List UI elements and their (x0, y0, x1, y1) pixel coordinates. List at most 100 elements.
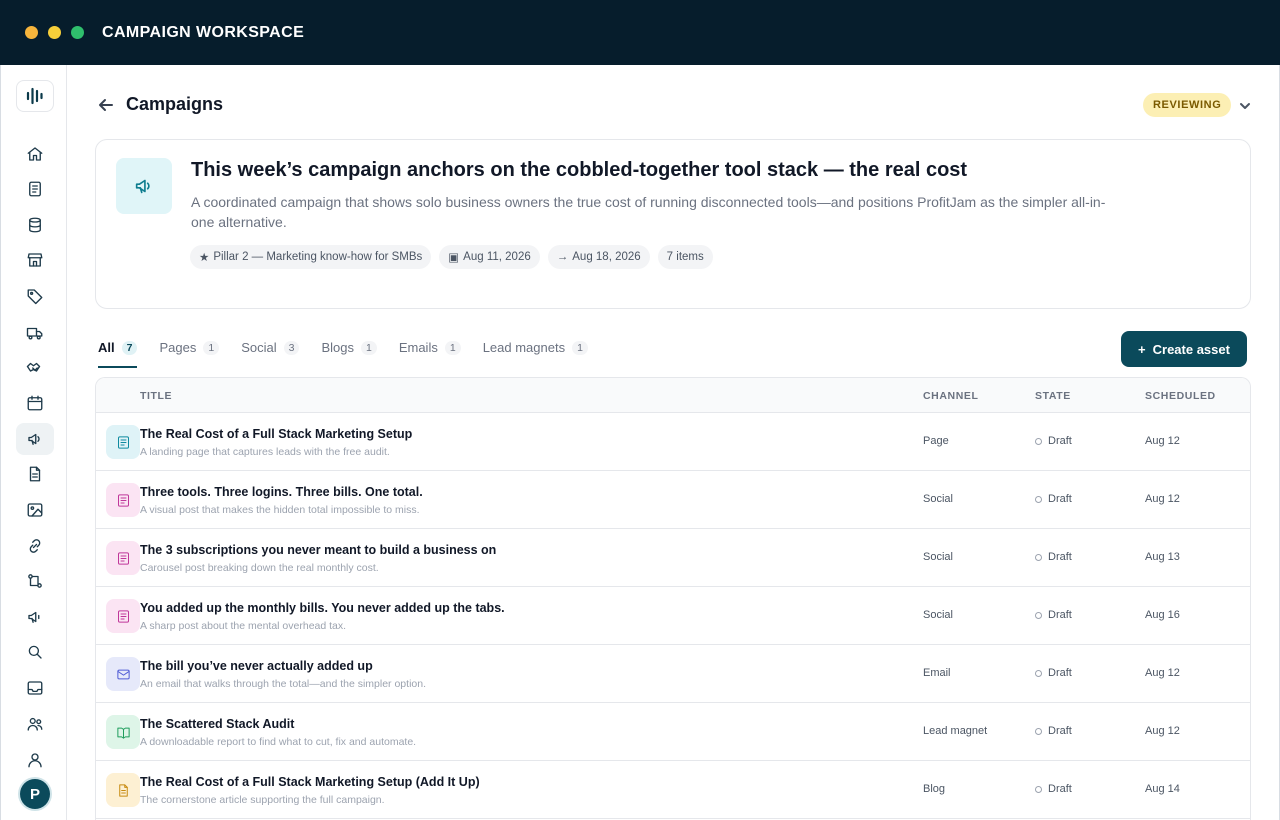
sidebar-item-store[interactable] (16, 244, 54, 276)
minimize-window-dot[interactable] (48, 26, 61, 39)
table-row[interactable]: The bill you’ve never actually added up A… (96, 645, 1250, 703)
asset-tabs: All 7 Pages 1 Social 3 Blogs 1 Emails 1 Lead magne… (98, 337, 588, 368)
draft-status-icon (1035, 495, 1042, 503)
store-icon (27, 253, 43, 267)
row-channel: Lead magnet (923, 725, 988, 737)
row-channel: Blog (923, 783, 946, 795)
row-title[interactable]: The Real Cost of a Full Stack Marketing … (140, 427, 412, 441)
tab-count-badge: 1 (203, 341, 220, 355)
chip-glyph-icon: → (556, 251, 569, 263)
soundwave-logo-icon[interactable] (16, 80, 54, 112)
chevron-down-icon[interactable] (1237, 98, 1253, 114)
sidebar-item-user[interactable] (16, 744, 54, 776)
workflow-icon (28, 574, 42, 588)
page-icon (106, 425, 140, 459)
tab-social[interactable]: Social 3 (241, 337, 300, 368)
chip-label: Pillar 2 — Marketing know-how for SMBs (213, 251, 423, 263)
tab-count-badge: 1 (572, 341, 588, 355)
sidebar-item-database[interactable] (16, 209, 54, 241)
maximize-window-dot[interactable] (71, 26, 84, 39)
table-row[interactable]: You added up the monthly bills. You neve… (96, 587, 1250, 645)
inbox-icon (27, 681, 43, 695)
table-row[interactable]: The Real Cost of a Full Stack Marketing … (96, 413, 1250, 471)
row-title[interactable]: The bill you’ve never actually added up (140, 659, 373, 673)
sidebar-item-broadcast[interactable] (16, 601, 54, 633)
row-channel: Social (923, 493, 953, 505)
column-header-title[interactable]: TITLE (140, 390, 172, 402)
blog-icon (106, 773, 140, 807)
sidebar-item-users[interactable] (16, 708, 54, 740)
chip-label: 7 items (666, 251, 704, 263)
draft-status-icon (1035, 669, 1042, 677)
tab-label: Blogs (321, 340, 354, 355)
sidebar-item-workflow[interactable] (16, 565, 54, 597)
row-state: Draft (1035, 435, 1072, 447)
row-state-label: Draft (1048, 551, 1072, 563)
row-scheduled-date: Aug 13 (1145, 551, 1180, 563)
row-title[interactable]: The Scattered Stack Audit (140, 717, 294, 731)
tab-blogs[interactable]: Blogs 1 (321, 337, 377, 368)
sidebar-item-document[interactable] (16, 173, 54, 205)
calendar-icon (27, 395, 43, 411)
tab-lead-magnets[interactable]: Lead magnets 1 (483, 337, 588, 368)
draft-status-icon (1035, 553, 1042, 561)
page-title: Campaigns (126, 94, 224, 114)
broadcast-icon (28, 611, 40, 623)
sidebar: P (0, 65, 67, 820)
tab-all[interactable]: All 7 (98, 337, 138, 368)
sidebar-item-inbox[interactable] (16, 672, 54, 704)
sidebar-item-home[interactable] (16, 138, 54, 170)
sidebar-item-image[interactable] (16, 494, 54, 526)
table-row[interactable]: The Real Cost of a Full Stack Marketing … (96, 761, 1250, 819)
table-row[interactable]: The 3 subscriptions you never meant to b… (96, 529, 1250, 587)
sidebar-item-tag[interactable] (16, 280, 54, 312)
row-subtitle: A downloadable report to find what to cu… (140, 736, 417, 748)
row-state-label: Draft (1048, 609, 1072, 621)
row-state-label: Draft (1048, 435, 1072, 447)
row-channel: Social (923, 609, 953, 621)
row-scheduled-date: Aug 12 (1145, 725, 1180, 737)
tab-label: Pages (159, 340, 197, 355)
create-asset-button[interactable]: + Create asset (1121, 331, 1247, 367)
table-row[interactable]: Three tools. Three logins. Three bills. … (96, 471, 1250, 529)
tab-pages[interactable]: Pages 1 (159, 337, 220, 368)
row-scheduled-date: Aug 12 (1145, 493, 1180, 505)
campaign-chip: ▣ Aug 11, 2026 (439, 245, 540, 269)
draft-status-icon (1035, 727, 1042, 735)
column-header-channel[interactable]: CHANNEL (923, 390, 979, 402)
social-post-icon (106, 599, 140, 633)
sidebar-item-file[interactable] (16, 458, 54, 490)
avatar[interactable]: P (20, 779, 50, 809)
sidebar-item-truck[interactable] (16, 317, 54, 349)
sidebar-item-search[interactable] (16, 636, 54, 668)
sidebar-item-handshake[interactable] (16, 352, 54, 384)
sidebar-item-link[interactable] (16, 530, 54, 562)
book-open-icon (106, 715, 140, 749)
chip-label: Aug 11, 2026 (463, 251, 531, 263)
back-arrow-icon[interactable] (96, 95, 116, 115)
row-subtitle: Carousel post breaking down the real mon… (140, 562, 379, 574)
row-title[interactable]: Three tools. Three logins. Three bills. … (140, 485, 423, 499)
sidebar-item-calendar[interactable] (16, 387, 54, 419)
column-header-scheduled[interactable]: SCHEDULED (1145, 390, 1216, 402)
row-channel: Email (923, 667, 951, 679)
draft-status-icon (1035, 785, 1042, 793)
campaign-chip: → Aug 18, 2026 (547, 245, 650, 269)
tab-emails[interactable]: Emails 1 (399, 337, 461, 368)
row-title[interactable]: The Real Cost of a Full Stack Marketing … (140, 775, 480, 789)
tab-label: Emails (398, 340, 438, 355)
link-icon (29, 539, 41, 553)
row-scheduled-date: Aug 12 (1145, 667, 1180, 679)
row-channel: Social (923, 551, 953, 563)
sidebar-item-megaphone[interactable] (16, 423, 54, 455)
tag-icon (27, 289, 43, 305)
app-title: CAMPAIGN WORKSPACE (102, 23, 305, 41)
table-row[interactable]: The Scattered Stack Audit A downloadable … (96, 703, 1250, 761)
row-title[interactable]: The 3 subscriptions you never meant to b… (140, 543, 496, 557)
close-window-dot[interactable] (25, 26, 38, 39)
user-icon (28, 753, 42, 768)
status-badge[interactable]: REVIEWING (1143, 93, 1232, 117)
row-subtitle: An email that walks through the total—an… (140, 678, 426, 690)
row-title[interactable]: You added up the monthly bills. You neve… (140, 601, 505, 615)
column-header-state[interactable]: STATE (1035, 390, 1071, 402)
